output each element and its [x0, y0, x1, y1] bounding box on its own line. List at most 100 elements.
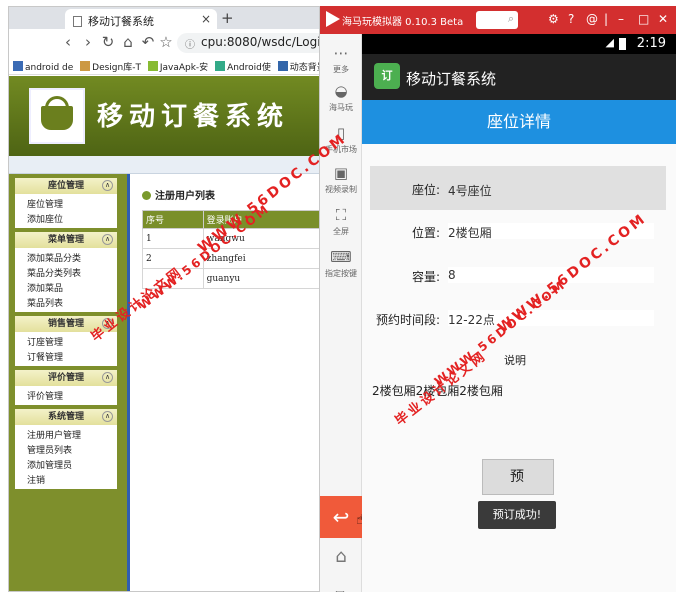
browser-window: 移动订餐系统 × + ‹ › ↻ ⌂ ↶ ☆ ⓘ cpu:8080/wsdc/L… [8, 6, 320, 592]
bookmarks-bar: android de Design库-T JavaApk-安 Android使 … [9, 57, 319, 75]
keyboard-icon: ⌨ [330, 248, 352, 266]
help-icon[interactable]: ? [568, 12, 574, 26]
keymap-button[interactable]: ⌨ 指定按键 [320, 248, 362, 279]
capacity-label: 容量: [411, 270, 440, 284]
collapse-icon[interactable]: ∧ [102, 372, 113, 383]
description-label: 说明 [504, 354, 526, 367]
back-arrow-icon: ↩ [332, 505, 350, 529]
sidebar-item[interactable]: 菜品分类列表 [15, 263, 117, 279]
column-header: 序号 [142, 210, 204, 229]
forward-icon[interactable]: › [79, 33, 97, 51]
basket-logo-icon [29, 88, 85, 144]
bookmark-item[interactable]: Design库-T [80, 60, 141, 73]
list-title: 注册用户列表 [142, 187, 215, 202]
fullscreen-icon: ⛶ [335, 206, 347, 224]
close-icon[interactable]: ✕ [658, 12, 668, 26]
emulator-sidebar: ⋯更多 ◒海马玩 ▯手机市场 ▣视频录制 ⛶全屏 ⌨指定按键 ↩ ☝ ⌂ ⧉ [320, 34, 365, 592]
bookmark-icon [215, 61, 226, 71]
new-tab-button[interactable]: + [221, 9, 234, 27]
camera-icon: ▣ [333, 164, 349, 182]
status-time: 2:19 [636, 36, 666, 51]
account-icon[interactable]: @ [586, 12, 598, 26]
nav-group-header[interactable]: 菜单管理 ∧ [15, 232, 117, 248]
bookmark-icon [13, 61, 23, 71]
recent-apps-icon: ⧉ [335, 586, 346, 592]
recent-apps-button[interactable]: ⧉ [320, 586, 362, 592]
sidebar-item[interactable]: 评价管理 [15, 386, 117, 402]
seat-label: 座位: [411, 183, 440, 197]
sidebar-item[interactable]: 注销 [15, 470, 117, 486]
nav-group-header[interactable]: 系统管理 ∧ [15, 409, 117, 425]
emulator-logo-icon [326, 11, 340, 27]
app-bar: 订 移动订餐系统 [362, 54, 676, 100]
emulator-window: 海马玩模拟器 0.10.3 Beta ⌕ ⚙ ? @ | – □ ✕ ⋯ 更多 ◒… [320, 6, 676, 592]
settings-icon[interactable]: ⚙ [548, 12, 559, 26]
reserve-button[interactable]: 预约 [482, 459, 554, 519]
sidebar-item[interactable]: 添加菜品 [15, 278, 117, 294]
location-label: 位置: [411, 226, 440, 240]
sidebar-item[interactable]: 订餐管理 [15, 347, 117, 363]
home-icon[interactable]: ⌂ [119, 33, 137, 51]
site-subbar [9, 156, 319, 174]
browser-toolbar: ‹ › ↻ ⌂ ↶ ☆ ⓘ cpu:8080/wsdc/LoginSe [9, 29, 319, 57]
more-icon: ⋯ [333, 44, 349, 62]
bookmark-item[interactable]: android de [13, 61, 73, 73]
table-cell: guanyu [202, 268, 319, 289]
search-icon[interactable]: ⌕ [508, 12, 514, 26]
minimize-icon[interactable]: – [618, 12, 624, 26]
page-title: 座位详情 [362, 100, 676, 144]
table-cell: 1 [142, 228, 204, 249]
nav-group-menu: 菜单管理 ∧ 添加菜品分类 菜品分类列表 添加菜品 菜品列表 [15, 232, 117, 312]
fullscreen-button[interactable]: ⛶ 全屏 [320, 206, 362, 237]
home-icon: ⌂ [335, 546, 347, 567]
more-button[interactable]: ⋯ 更多 [320, 44, 362, 75]
page-icon [73, 16, 82, 27]
time-slot-label: 预约时间段: [375, 313, 440, 327]
bookmark-icon [277, 61, 288, 71]
nav-group-review: 评价管理 ∧ 评价管理 [15, 370, 117, 405]
emulator-titlebar: 海马玩模拟器 0.10.3 Beta ⌕ ⚙ ? @ | – □ ✕ [320, 6, 676, 34]
info-icon[interactable]: ⓘ [185, 36, 195, 51]
sidebar-item[interactable]: 菜品列表 [15, 293, 117, 309]
bookmark-item[interactable]: 动态背景 [277, 60, 319, 73]
sidebar-item[interactable]: 添加菜品分类 [15, 248, 117, 264]
maximize-icon[interactable]: □ [638, 12, 649, 26]
back-icon[interactable]: ‹ [59, 33, 77, 51]
menu-icon[interactable]: | [604, 12, 608, 26]
browser-tab[interactable]: 移动订餐系统 × [65, 9, 217, 29]
sidebar-item[interactable]: 添加管理员 [15, 455, 117, 471]
bookmark-icon [147, 61, 158, 71]
sidebar-item[interactable]: 注册用户管理 [15, 425, 117, 441]
reload-icon[interactable]: ↻ [99, 33, 117, 51]
sidebar-item[interactable]: 座位管理 [15, 194, 117, 210]
close-tab-icon[interactable]: × [201, 12, 211, 26]
app-logo-icon: 订 [374, 63, 400, 89]
emulator-search-input[interactable]: ⌕ [476, 11, 518, 29]
collapse-icon[interactable]: ∧ [102, 411, 113, 422]
bookmark-icon [80, 61, 91, 71]
address-bar[interactable]: ⓘ cpu:8080/wsdc/LoginSe [177, 33, 319, 53]
star-icon[interactable]: ☆ [157, 33, 175, 51]
admin-sidebar: 座位管理 ∧ 座位管理 添加座位 菜单管理 ∧ 添加菜品分类 菜品分类列表 添加菜品… [9, 174, 127, 591]
nav-group-header[interactable]: 座位管理 ∧ [15, 178, 117, 194]
haimawan-icon: ◒ [334, 82, 348, 100]
bookmark-item[interactable]: JavaApk-安 [147, 60, 208, 73]
undo-icon[interactable]: ↶ [139, 33, 157, 51]
haimawan-button[interactable]: ◒ 海马玩 [320, 82, 362, 113]
video-record-button[interactable]: ▣ 视频录制 [320, 164, 362, 195]
android-status-bar: ◢ 2:19 [362, 34, 676, 54]
seat-value: 4号座位 [448, 184, 492, 198]
home-button[interactable]: ⌂ [320, 546, 362, 567]
battery-icon [619, 38, 626, 50]
app-title: 移动订餐系统 [406, 70, 497, 88]
sidebar-item[interactable]: 管理员列表 [15, 440, 117, 456]
sidebar-item[interactable]: 添加座位 [15, 209, 117, 225]
nav-group-seat: 座位管理 ∧ 座位管理 添加座位 [15, 178, 117, 228]
bookmark-item[interactable]: Android使 [215, 60, 271, 73]
collapse-icon[interactable]: ∧ [102, 180, 113, 191]
emulator-title: 海马玩模拟器 0.10.3 Beta [342, 17, 464, 28]
wifi-icon: ◢ [605, 36, 614, 49]
tab-strip: 移动订餐系统 × + [9, 7, 319, 29]
nav-group-header[interactable]: 评价管理 ∧ [15, 370, 117, 386]
collapse-icon[interactable]: ∧ [102, 234, 113, 245]
